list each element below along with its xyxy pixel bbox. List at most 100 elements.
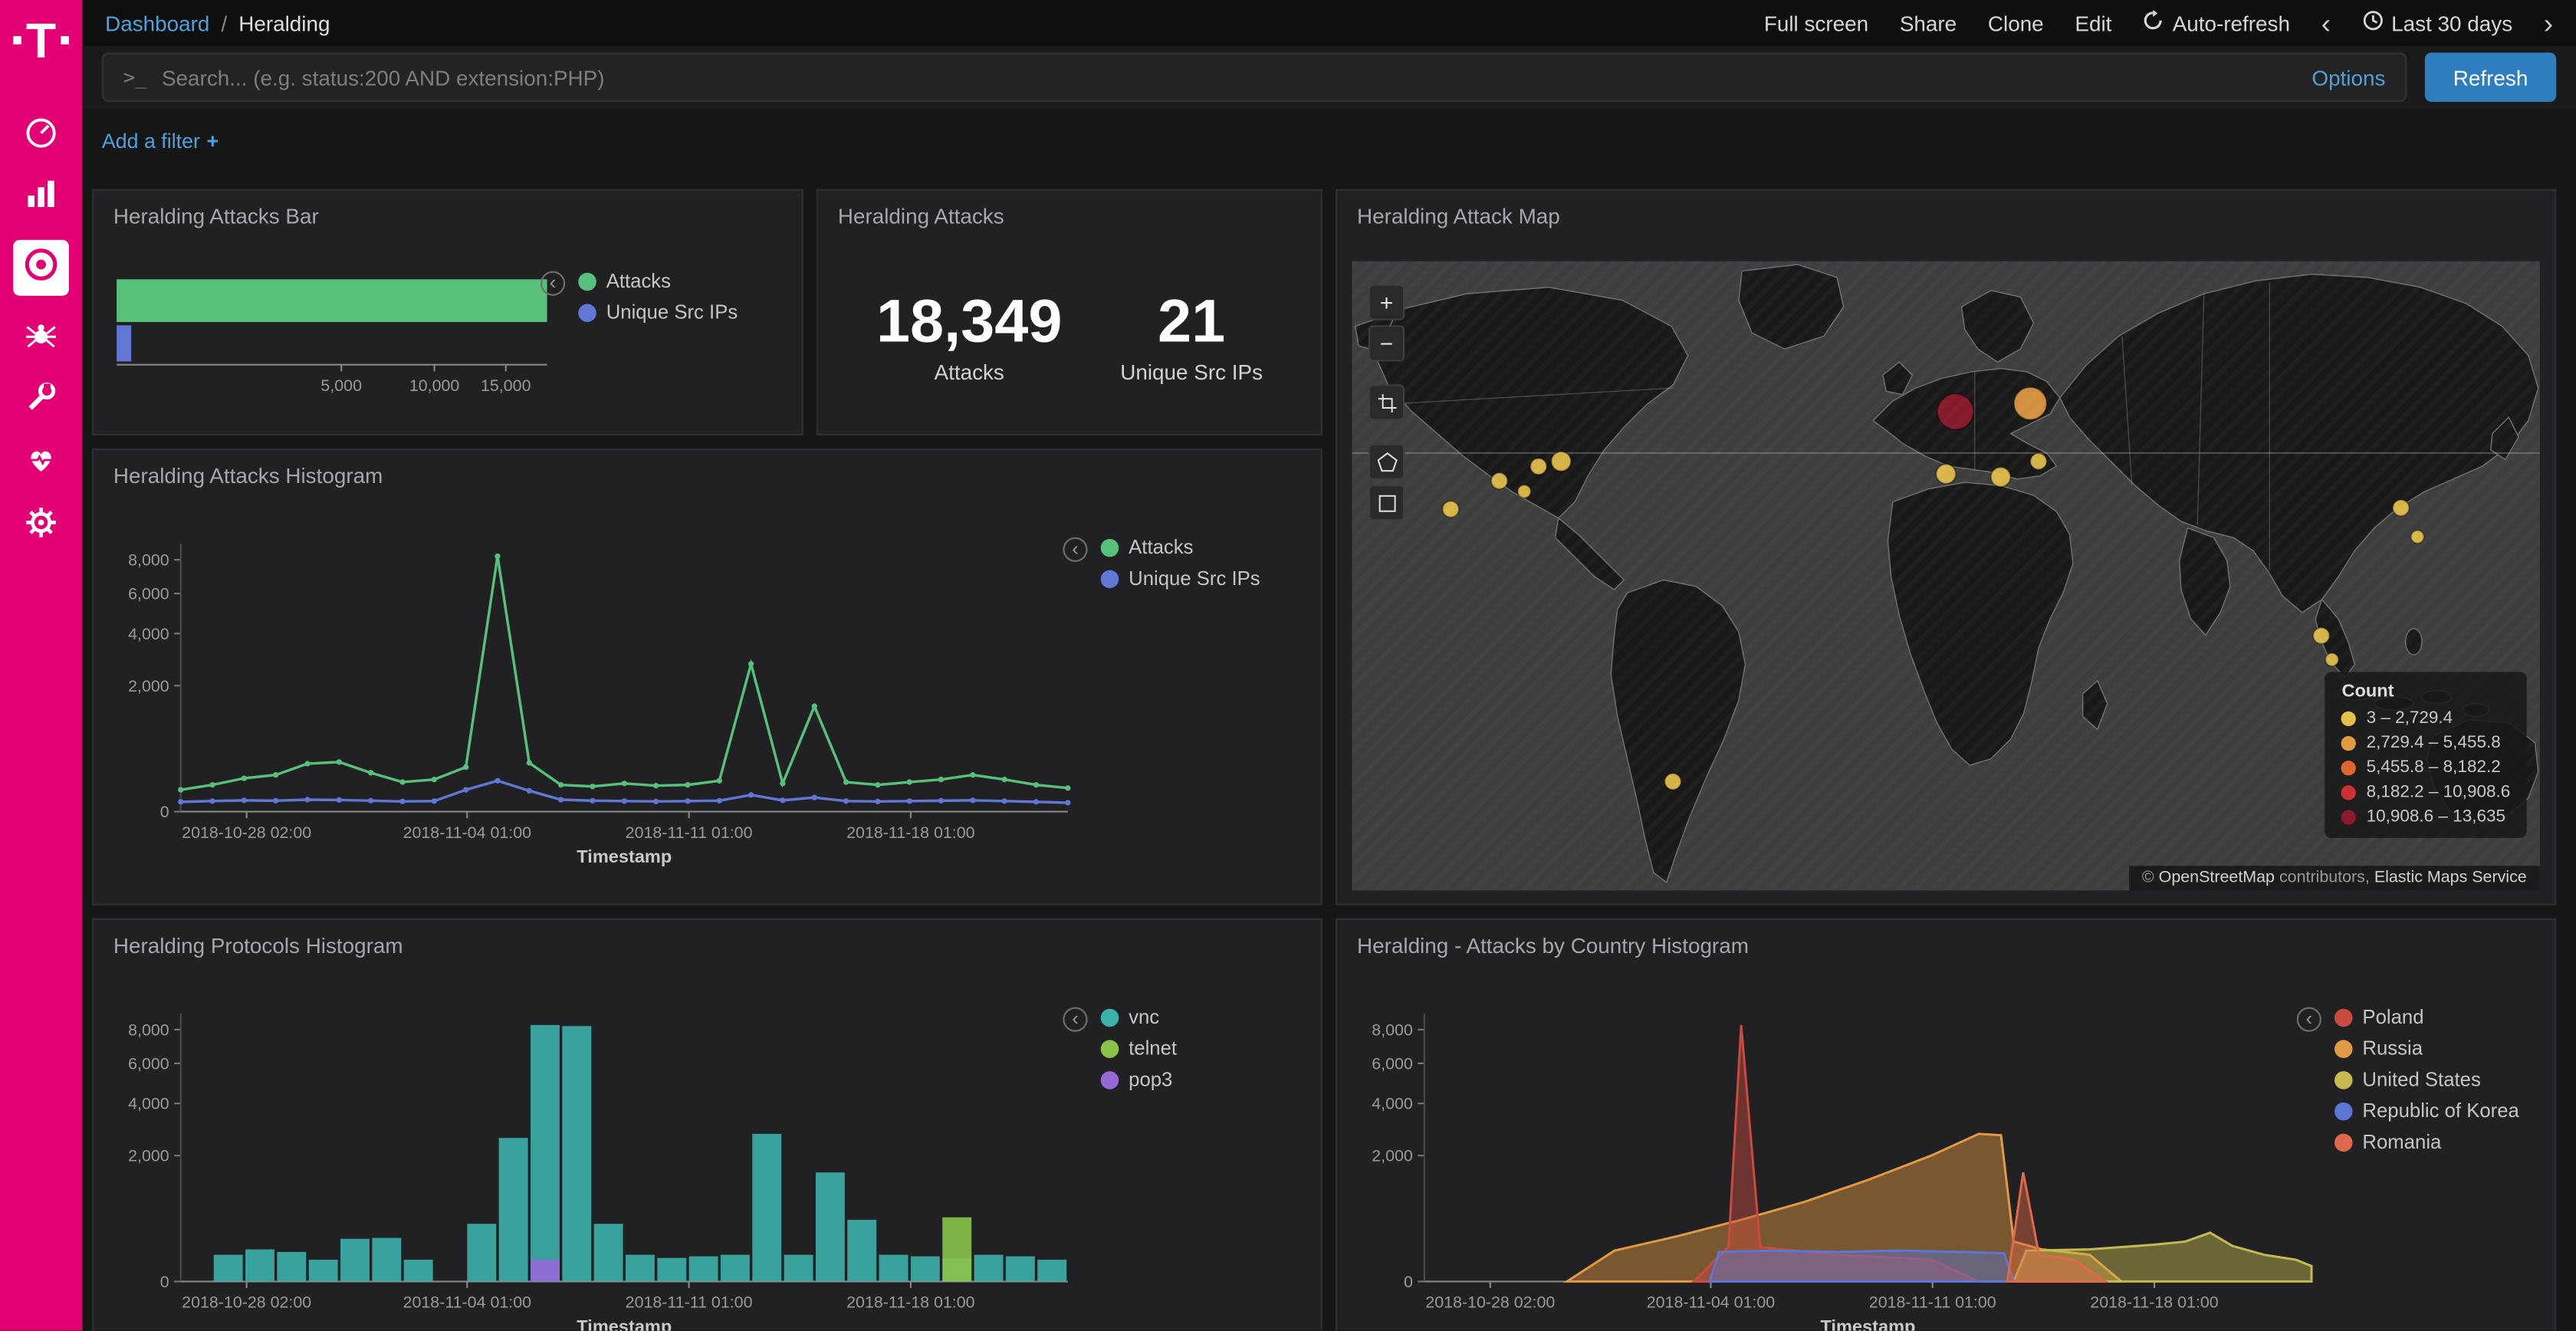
map-legend-range: 5,455.8 – 8,182.2	[2367, 758, 2501, 777]
map-legend-row: 10,908.6 – 13,635	[2341, 807, 2510, 827]
refresh-cycle-icon	[2143, 10, 2164, 36]
series-attacks-point	[242, 775, 247, 781]
attack-point[interactable]	[2030, 453, 2046, 469]
refresh-button[interactable]: Refresh	[2425, 53, 2556, 102]
legend-item[interactable]: Romania	[2334, 1130, 2545, 1153]
breadcrumb-dashboard-link[interactable]: Dashboard	[105, 11, 209, 35]
x-tick-label: 2018-11-04 01:00	[403, 1293, 532, 1312]
sidebar-item-settings[interactable]	[21, 506, 61, 545]
y-tick-label: 2,000	[128, 1147, 169, 1165]
series-attacks-point	[209, 782, 215, 787]
legend-item[interactable]: Russia	[2334, 1037, 2545, 1060]
clone-button[interactable]: Clone	[1988, 11, 2044, 35]
search-input[interactable]	[162, 65, 2298, 90]
telekom-logo[interactable]: T	[0, 0, 82, 102]
y-tick-label: 4,000	[1372, 1095, 1413, 1113]
clock-icon	[2362, 10, 2384, 36]
edit-button[interactable]: Edit	[2075, 11, 2111, 35]
share-button[interactable]: Share	[1900, 11, 1957, 35]
map-draw-polygon-button[interactable]	[1368, 444, 1405, 480]
attack-point[interactable]	[2014, 387, 2047, 419]
attack-point[interactable]	[1530, 458, 1546, 475]
full-screen-button[interactable]: Full screen	[1764, 11, 1868, 35]
search-box[interactable]: >_ Options	[102, 53, 2407, 102]
x-tick-label: 2018-10-28 02:00	[182, 823, 311, 842]
target-icon	[20, 242, 63, 293]
attack-point[interactable]	[1518, 485, 1531, 498]
legend-toggle-icon[interactable]: ‹	[540, 271, 565, 296]
series-attacks-point	[875, 782, 880, 787]
legend-toggle-icon[interactable]: ‹	[1063, 1007, 1087, 1032]
query-options-link[interactable]: Options	[2312, 65, 2385, 90]
ems-attribution-link[interactable]: Elastic Maps Service	[2374, 869, 2527, 888]
x-axis-title: Timestamp	[577, 846, 672, 866]
legend-item[interactable]: Poland	[2334, 1005, 2545, 1028]
time-range-picker[interactable]: Last 30 days	[2362, 10, 2513, 36]
country_histogram-svg: 02,0004,0006,0008,0002018-10-28 02:00201…	[1350, 1005, 2344, 1331]
attack-point[interactable]	[1551, 452, 1571, 471]
sidebar-item-spiderfoot[interactable]	[21, 319, 61, 358]
legend-item[interactable]: Unique Src IPs	[1101, 567, 1311, 590]
sidebar-item-health[interactable]	[21, 444, 61, 483]
series-attacks-point	[843, 779, 849, 784]
legend-item[interactable]: pop3	[1101, 1068, 1311, 1091]
auto-refresh-button[interactable]: Auto-refresh	[2143, 10, 2290, 36]
add-filter-link[interactable]: Add a filter+	[102, 130, 219, 153]
attack-point[interactable]	[1937, 394, 1973, 430]
add-filter-label: Add a filter	[102, 130, 200, 153]
map-zoom-out-button[interactable]: −	[1368, 325, 1405, 361]
series-attacks-point	[337, 759, 342, 764]
map-fit-data-button[interactable]	[1368, 384, 1405, 420]
x-axis-title: Timestamp	[1820, 1316, 1915, 1331]
attack-point[interactable]	[1491, 473, 1507, 489]
legend-toggle-icon[interactable]: ‹	[2297, 1007, 2321, 1032]
chart-legend: ‹AttacksUnique Src IPs	[578, 269, 738, 324]
attack-point[interactable]	[1664, 774, 1681, 790]
metric-attacks: 18,349 Attacks	[876, 291, 1063, 384]
sidebar-nav	[0, 115, 82, 545]
attack-point[interactable]	[1443, 501, 1459, 518]
rectangle-icon	[1376, 492, 1398, 514]
legend-item[interactable]: Republic of Korea	[2334, 1099, 2545, 1122]
legend-item[interactable]: telnet	[1101, 1037, 1311, 1060]
legend-item[interactable]: United States	[2334, 1068, 2545, 1091]
attack-point[interactable]	[2313, 628, 2329, 644]
sidebar-item-visualize[interactable]	[21, 177, 61, 216]
attack-point[interactable]	[1936, 464, 1956, 483]
legend-toggle-icon[interactable]: ‹	[1063, 537, 1087, 562]
attack-point[interactable]	[2393, 500, 2409, 516]
time-forward-chevron[interactable]: ›	[2544, 9, 2553, 37]
series-attacks-point	[304, 761, 310, 766]
sidebar-item-heralding-active[interactable]	[13, 240, 69, 296]
map-draw-rectangle-button[interactable]	[1368, 485, 1405, 521]
series-vnc-bar	[245, 1250, 274, 1282]
series-vnc-bar	[562, 1026, 591, 1281]
attack-point[interactable]	[1991, 467, 2011, 486]
sidebar-item-dashboard[interactable]	[21, 115, 61, 154]
world-map[interactable]: + − Count 3 – 2,729.42,729.4 – 5,455.85,…	[1352, 261, 2540, 891]
series-vnc-bar	[784, 1255, 813, 1282]
osm-attribution-link[interactable]: OpenStreetMap	[2159, 869, 2275, 888]
app-sidebar: T	[0, 0, 82, 1331]
time-back-chevron[interactable]: ‹	[2321, 9, 2331, 37]
legend-item[interactable]: Attacks	[1101, 536, 1311, 559]
series-unique-src-ips-point	[685, 798, 690, 804]
legend-item[interactable]: Unique Src IPs	[578, 301, 738, 324]
attack-point[interactable]	[2411, 531, 2424, 544]
series-unique-src-ips-point	[209, 798, 215, 804]
x-tick-label: 2018-10-28 02:00	[1425, 1293, 1555, 1312]
attacks-bar-chart: 5,00010,00015,000	[104, 256, 583, 429]
main-content: Dashboard / Heralding Full screen Share …	[82, 0, 2576, 1331]
map-legend-row: 3 – 2,729.4	[2341, 708, 2510, 728]
legend-item[interactable]: vnc	[1101, 1005, 1311, 1028]
map-zoom-in-button[interactable]: +	[1368, 284, 1405, 320]
country-area-chart: 02,0004,0006,0008,0002018-10-28 02:00201…	[1350, 1005, 2344, 1331]
sidebar-item-tools[interactable]	[21, 381, 61, 420]
legend-item[interactable]: Attacks	[578, 269, 738, 292]
series-attacks-point	[622, 781, 627, 786]
series-vnc-bar	[499, 1138, 528, 1281]
map-legend-dot	[2341, 809, 2356, 823]
attack-point[interactable]	[2325, 653, 2338, 666]
series-unique-src-ips-point	[558, 797, 564, 802]
copyright-icon: ©	[2142, 869, 2154, 888]
